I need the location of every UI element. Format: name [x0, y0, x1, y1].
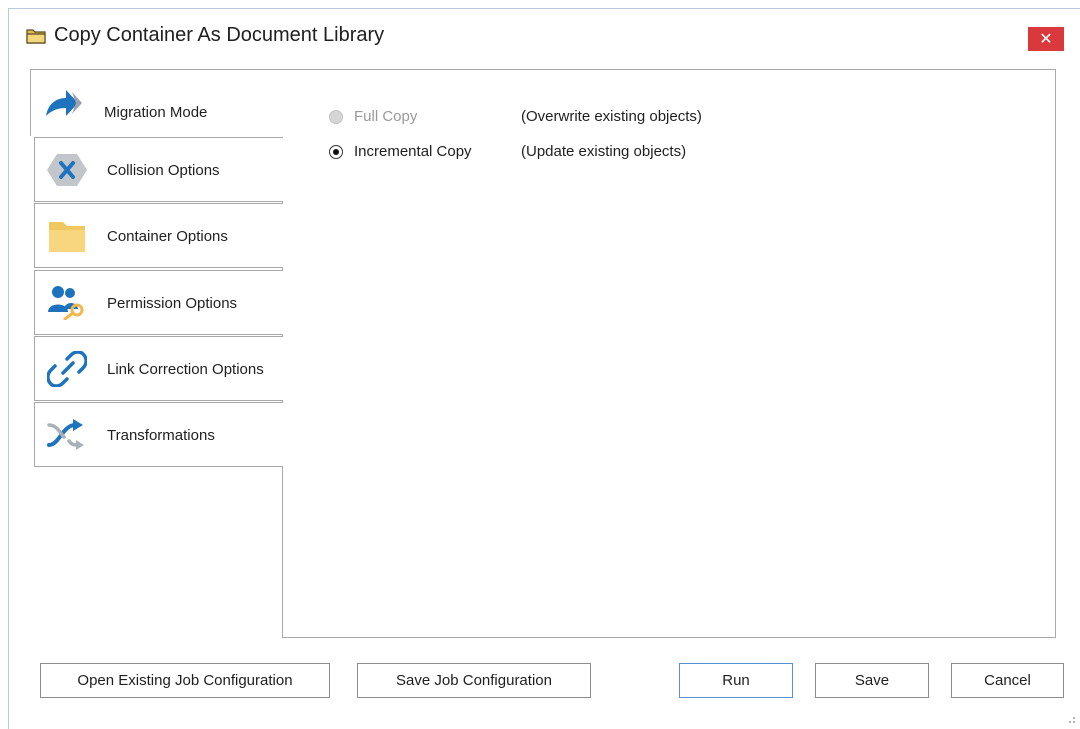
- open-existing-job-configuration-button[interactable]: Open Existing Job Configuration: [40, 663, 330, 698]
- tab-container-options[interactable]: Container Options: [34, 203, 283, 268]
- folder-icon: [49, 222, 85, 252]
- save-button[interactable]: Save: [815, 663, 929, 698]
- cancel-button[interactable]: Cancel: [951, 663, 1064, 698]
- link-icon: [47, 351, 87, 387]
- collision-x-icon: [47, 154, 87, 186]
- radio-circle[interactable]: [329, 145, 343, 159]
- tab-collision-options[interactable]: Collision Options: [34, 137, 283, 202]
- tab-label: Permission Options: [107, 295, 238, 312]
- radio-dot: [333, 149, 339, 155]
- radio-description: (Overwrite existing objects): [521, 108, 702, 125]
- tab-label: Migration Mode: [104, 104, 208, 121]
- tab-migration-mode[interactable]: Migration Mode: [31, 70, 283, 137]
- shuffle-icon: [47, 419, 84, 450]
- users-key-icon: [48, 286, 84, 320]
- resize-grip-icon[interactable]: [1066, 716, 1076, 726]
- radio-circle[interactable]: [329, 110, 343, 124]
- tab-label: Collision Options: [107, 162, 220, 179]
- run-button[interactable]: Run: [679, 663, 793, 698]
- close-button[interactable]: ✕: [1028, 27, 1064, 51]
- tab-label: Container Options: [107, 228, 228, 245]
- title-bar: Copy Container As Document Library ✕: [9, 9, 1080, 67]
- save-job-configuration-button[interactable]: Save Job Configuration: [357, 663, 591, 698]
- radio-label: Incremental Copy: [354, 143, 472, 160]
- tab-label: Link Correction Options: [107, 361, 264, 378]
- close-icon: ✕: [1039, 31, 1053, 48]
- radio-description: (Update existing objects): [521, 143, 687, 160]
- arrow-right-icon: [46, 90, 82, 116]
- tab-permission-options[interactable]: Permission Options: [34, 270, 283, 335]
- tab-transformations[interactable]: Transformations: [34, 402, 283, 467]
- tab-link-correction-options[interactable]: Link Correction Options: [34, 336, 283, 401]
- folder-icon: [26, 29, 46, 44]
- radio-label: Full Copy: [354, 108, 418, 125]
- window-title: Copy Container As Document Library: [54, 24, 385, 46]
- tab-label: Transformations: [107, 427, 215, 444]
